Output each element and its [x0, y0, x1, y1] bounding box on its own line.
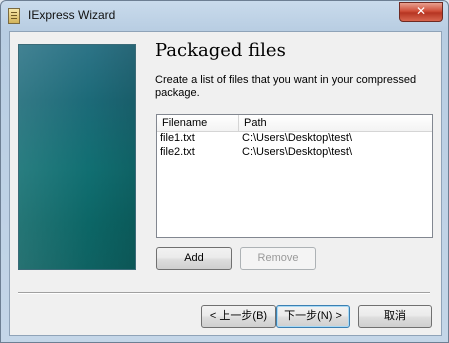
list-item-path: C:\Users\Desktop\test\	[242, 132, 353, 144]
column-header-path[interactable]: Path	[239, 115, 432, 131]
wizard-window: IExpress Wizard ✕ Packaged files Create …	[0, 0, 449, 343]
page-description: Create a list of files that you want in …	[155, 74, 417, 99]
app-icon	[8, 8, 20, 24]
add-button[interactable]: Add	[156, 247, 232, 270]
close-button[interactable]: ✕	[399, 2, 443, 22]
remove-button[interactable]: Remove	[240, 247, 316, 270]
wizard-client-area: Packaged files Create a list of files th…	[9, 31, 442, 336]
close-icon: ✕	[415, 4, 427, 18]
cancel-button[interactable]: 取消	[358, 305, 432, 328]
separator	[18, 292, 430, 294]
side-banner-image	[18, 44, 136, 270]
back-button[interactable]: < 上一步(B)	[201, 305, 276, 328]
next-button[interactable]: 下一步(N) >	[276, 305, 350, 328]
page-title: Packaged files	[155, 40, 286, 61]
list-item[interactable]: file2.txt C:\Users\Desktop\test\	[157, 146, 432, 159]
file-list[interactable]: Filename Path file1.txt C:\Users\Desktop…	[156, 114, 433, 238]
list-item-filename: file1.txt	[160, 132, 195, 144]
list-item[interactable]: file1.txt C:\Users\Desktop\test\	[157, 132, 432, 145]
file-list-header: Filename Path	[157, 115, 432, 132]
list-item-filename: file2.txt	[160, 146, 195, 158]
title-bar[interactable]: IExpress Wizard ✕	[1, 1, 448, 31]
list-item-path: C:\Users\Desktop\test\	[242, 146, 353, 158]
column-header-filename[interactable]: Filename	[157, 115, 239, 131]
window-title: IExpress Wizard	[28, 8, 116, 22]
